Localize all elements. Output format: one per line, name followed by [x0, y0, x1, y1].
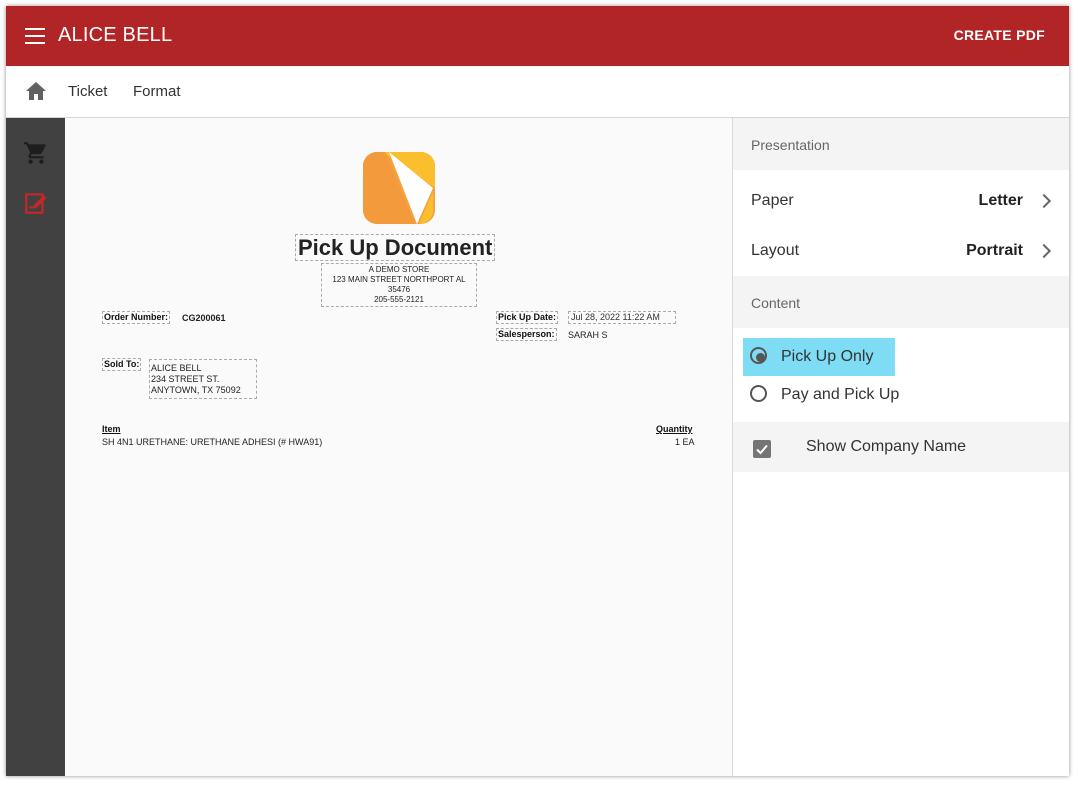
chevron-right-icon	[1036, 243, 1052, 259]
pick-up-only-option[interactable]: Pick Up Only	[743, 338, 895, 376]
document-title: Pick Up Document	[295, 234, 496, 261]
chevron-right-icon	[1036, 193, 1052, 209]
radio-unselected[interactable]	[750, 385, 767, 402]
item-column-header: Item	[102, 424, 121, 434]
content-section-header: Content	[733, 276, 1069, 328]
pickup-date-value: Jul 28, 2022 11:22 AM	[568, 311, 676, 324]
show-company-name-row[interactable]: Show Company Name	[733, 422, 1069, 472]
tab-bar: Ticket Format	[6, 66, 1069, 118]
check-icon	[756, 444, 768, 455]
paper-row[interactable]: Paper Letter	[733, 176, 1069, 226]
salesperson-value: SARAH S	[568, 330, 608, 340]
document-preview: Pick Up Document A DEMO STORE 123 MAIN S…	[65, 118, 733, 776]
app-bar: ALICE BELL CREATE PDF	[6, 6, 1069, 66]
pay-and-pick-up-option[interactable]: Pay and Pick Up	[743, 376, 943, 414]
radio-selected[interactable]	[750, 347, 767, 364]
quantity-column-header: Quantity	[656, 424, 693, 434]
sold-to-street: 234 STREET ST.	[151, 374, 220, 384]
store-logo	[363, 152, 435, 224]
store-name: A DEMO STORE	[368, 265, 430, 274]
sold-to-city: ANYTOWN, TX 75092	[151, 385, 241, 395]
layout-row[interactable]: Layout Portrait	[733, 226, 1069, 276]
pick-up-only-label: Pick Up Only	[781, 348, 874, 365]
line-item-description: SH 4N1 URETHANE: URETHANE ADHESI (# HWA9…	[102, 437, 323, 447]
format-panel: Presentation Paper Letter Layout Portrai…	[733, 118, 1069, 776]
app-window: ALICE BELL CREATE PDF Ticket Format Pick…	[6, 6, 1069, 776]
tab-ticket[interactable]: Ticket	[68, 83, 107, 100]
home-icon[interactable]	[24, 80, 48, 102]
presentation-section-header: Presentation	[733, 118, 1069, 170]
pay-and-pick-up-label: Pay and Pick Up	[781, 386, 900, 403]
tab-format[interactable]: Format	[133, 83, 181, 100]
show-company-name-checkbox[interactable]	[753, 440, 771, 458]
order-number-label: Order Number:	[102, 311, 171, 324]
layout-value: Portrait	[966, 242, 1023, 259]
store-phone: 205-555-2121	[374, 295, 424, 304]
store-info: A DEMO STORE 123 MAIN STREET NORTHPORT A…	[321, 263, 477, 307]
store-address: 123 MAIN STREET NORTHPORT AL 35476	[332, 275, 466, 294]
paper-label: Paper	[751, 192, 794, 209]
content-label: Content	[751, 295, 801, 311]
presentation-label: Presentation	[751, 137, 830, 153]
paper-value: Letter	[978, 192, 1023, 209]
layout-label: Layout	[751, 242, 800, 259]
edit-document-icon[interactable]	[23, 190, 49, 216]
salesperson-label: Salesperson:	[496, 328, 557, 341]
app-title: ALICE BELL	[58, 24, 173, 46]
radio-dot	[756, 353, 765, 362]
pickup-date-label: Pick Up Date:	[496, 311, 559, 324]
sold-to-name: ALICE BELL	[151, 363, 202, 373]
order-number-value: CG200061	[182, 313, 226, 323]
show-company-name-label: Show Company Name	[806, 438, 967, 455]
cart-icon[interactable]	[23, 140, 49, 166]
create-pdf-button[interactable]: CREATE PDF	[954, 27, 1045, 43]
menu-icon[interactable]	[24, 25, 46, 47]
sold-to-address: ALICE BELL 234 STREET ST. ANYTOWN, TX 75…	[149, 359, 257, 399]
side-nav	[6, 118, 65, 776]
line-item-quantity: 1 EA	[675, 437, 695, 447]
sold-to-label: Sold To:	[102, 358, 142, 371]
